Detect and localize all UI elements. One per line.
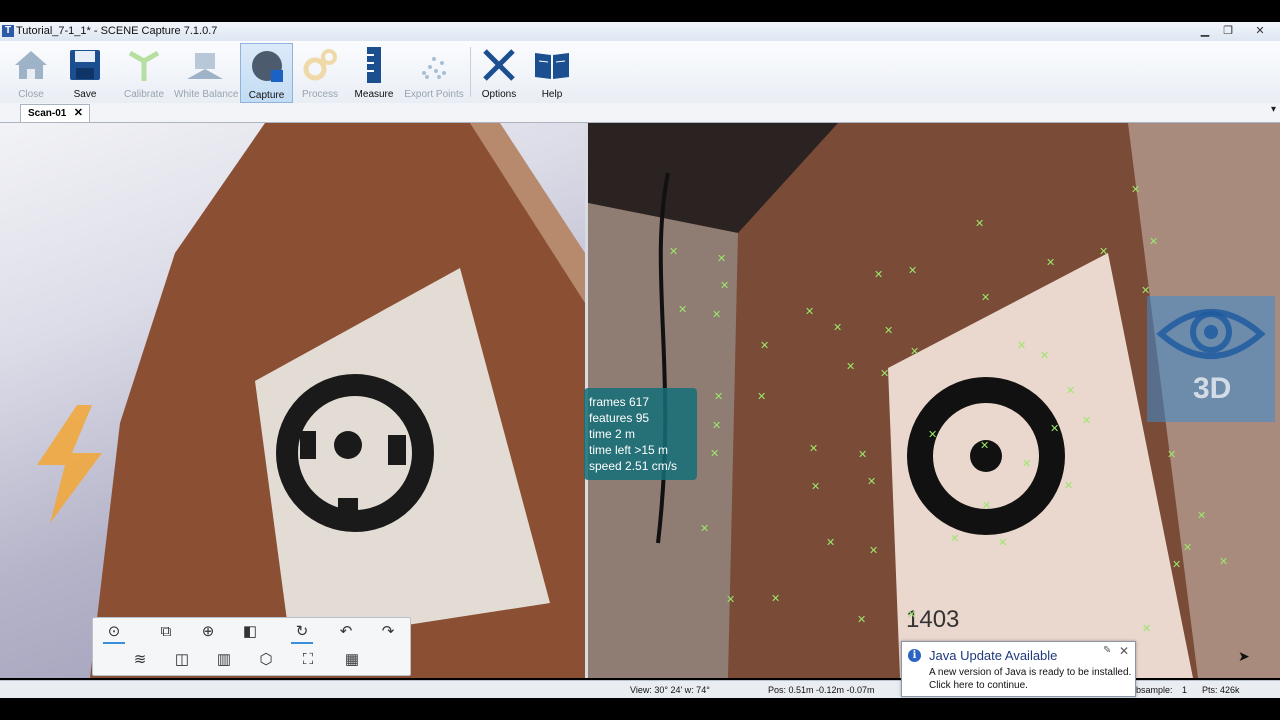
tripod-icon bbox=[124, 45, 164, 85]
capture-icon bbox=[247, 46, 287, 86]
document-tab-bar: Scan-01 ✕ bbox=[0, 103, 1280, 123]
capture-button[interactable]: Capture bbox=[240, 43, 293, 103]
tab-scan-01[interactable]: Scan-01 ✕ bbox=[20, 104, 90, 122]
scan-speed: speed 2.51 cm/s bbox=[589, 459, 678, 473]
time-left: time left >15 m bbox=[589, 443, 669, 457]
ribbon-separator bbox=[470, 47, 471, 97]
subsample-value: 1 bbox=[1182, 685, 1188, 695]
features-count: features 95 bbox=[589, 411, 650, 425]
walk-mode-icon[interactable]: ⧉ bbox=[155, 622, 177, 642]
3d-point-cloud-view[interactable] bbox=[0, 123, 585, 678]
point-cloud-icon bbox=[414, 45, 454, 85]
redo-view-icon[interactable]: ↷ bbox=[377, 622, 399, 642]
tab-close-icon[interactable]: ✕ bbox=[74, 105, 83, 122]
frames-count: frames 617 bbox=[589, 395, 650, 409]
book-icon bbox=[532, 45, 572, 85]
ribbon-toolbar: Close Save Calibrate White Balance Captu… bbox=[0, 41, 1280, 104]
orbit-mode-icon[interactable]: ⊙ bbox=[103, 622, 125, 644]
notification-body: A new version of Java is ready to be ins… bbox=[929, 667, 1132, 691]
view-angle: View: 30° 24' w: 74° bbox=[630, 685, 710, 695]
measure-button[interactable]: Measure bbox=[350, 43, 398, 101]
undo-view-icon[interactable]: ↶ bbox=[335, 622, 357, 642]
window-title: Tutorial_7-1_1* - SCENE Capture 7.1.0.7 bbox=[16, 25, 218, 37]
home-icon bbox=[11, 45, 51, 85]
cube-icon[interactable]: ⬡ bbox=[255, 650, 277, 670]
maximize-button[interactable]: ❐ bbox=[1219, 24, 1237, 38]
options-button[interactable]: Options bbox=[474, 43, 524, 101]
lightning-bolt-icon bbox=[32, 405, 104, 530]
point-count: Pts: 426k bbox=[1202, 685, 1240, 695]
ruler-icon bbox=[354, 45, 394, 85]
elapsed-time: time 2 m bbox=[589, 427, 636, 441]
process-button[interactable]: Process bbox=[296, 43, 344, 101]
eye-icon bbox=[1156, 309, 1266, 359]
capture-stats-panel: frames 617 features 95 time 2 m time lef… bbox=[584, 388, 697, 480]
3d-eye-logo: 3D bbox=[1147, 296, 1275, 422]
grid-icon[interactable]: ▦ bbox=[341, 650, 363, 670]
info-icon: i bbox=[908, 649, 921, 662]
view-cube-icon[interactable]: ◧ bbox=[239, 622, 261, 642]
fit-view-icon[interactable]: ⛶ bbox=[297, 650, 319, 670]
java-update-notification[interactable]: i Java Update Available A new version of… bbox=[901, 641, 1136, 697]
cursor-position: Pos: 0.51m -0.12m -0.07m bbox=[768, 685, 875, 695]
close-button[interactable]: Close bbox=[6, 43, 56, 101]
gears-icon bbox=[300, 45, 340, 85]
tools-icon bbox=[479, 45, 519, 85]
help-button[interactable]: Help bbox=[528, 43, 576, 101]
tab-menu-chevron-icon[interactable]: ▾ bbox=[1271, 104, 1276, 115]
close-window-button[interactable]: ✕ bbox=[1251, 24, 1269, 38]
white-balance-button[interactable]: White Balance bbox=[174, 43, 238, 101]
app-icon: T bbox=[2, 25, 14, 37]
white-balance-icon bbox=[185, 45, 225, 85]
calibrate-button[interactable]: Calibrate bbox=[118, 43, 170, 101]
minimize-button[interactable]: ▁ bbox=[1196, 24, 1214, 38]
subsample-label: bsample: bbox=[1136, 685, 1173, 695]
export-points-button[interactable]: Export Points bbox=[402, 43, 466, 101]
title-bar: T Tutorial_7-1_1* - SCENE Capture 7.1.0.… bbox=[0, 22, 1280, 42]
zoom-icon[interactable]: ⊕ bbox=[197, 622, 219, 642]
floppy-disk-icon bbox=[65, 45, 105, 85]
notification-close-icon[interactable]: ✕ bbox=[1119, 644, 1129, 658]
view-navigation-toolbar: ⊙ ⧉ ⊕ ◧ ↻ ↶ ↷ ≋ ◫ ▥ ⬡ ⛶ ▦ bbox=[92, 617, 411, 676]
3d-label: 3D bbox=[1193, 372, 1232, 405]
layers-icon[interactable]: ≋ bbox=[129, 650, 151, 670]
pin-icon[interactable]: ✎ bbox=[1103, 645, 1111, 656]
save-button[interactable]: Save bbox=[60, 43, 110, 101]
point-cloud-render bbox=[90, 123, 585, 678]
rotate-icon[interactable]: ↻ bbox=[291, 622, 313, 644]
mouse-cursor-icon: ➤ bbox=[1238, 648, 1250, 664]
columns-icon[interactable]: ▥ bbox=[213, 650, 235, 670]
notification-title: Java Update Available bbox=[929, 648, 1058, 663]
clipping-icon[interactable]: ◫ bbox=[171, 650, 193, 670]
